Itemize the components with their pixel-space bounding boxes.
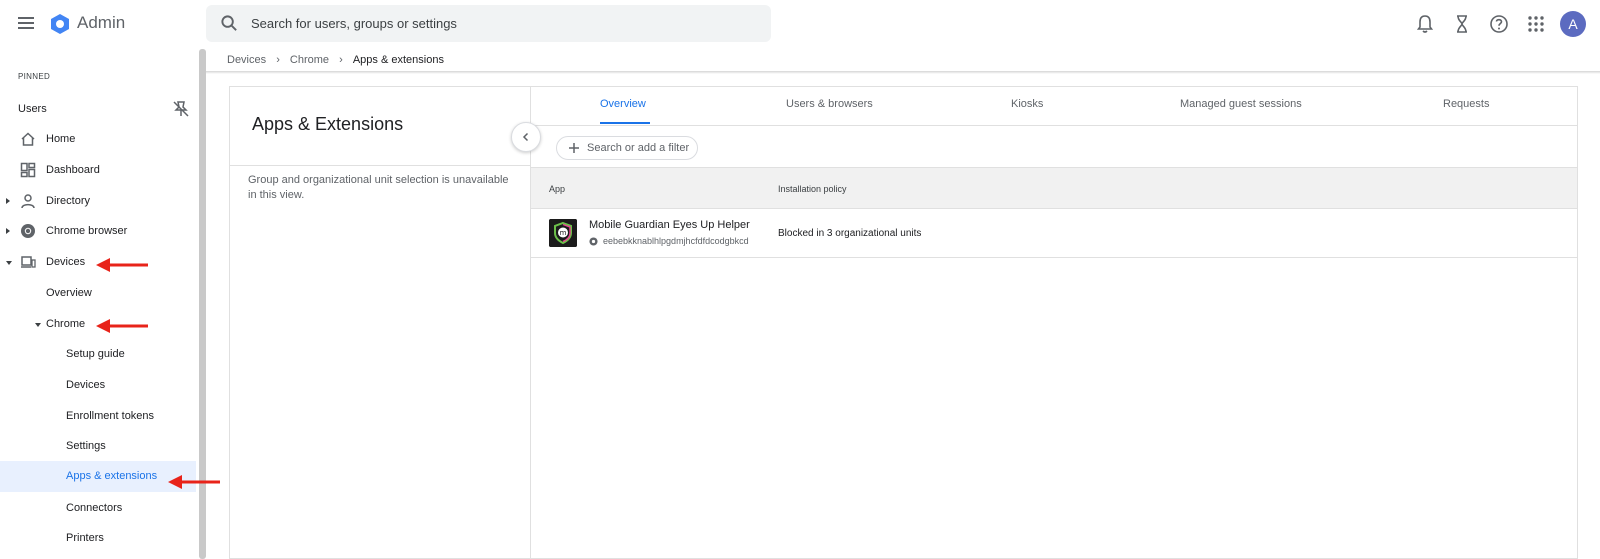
unpin-icon[interactable] <box>172 100 190 118</box>
column-header-app[interactable]: App <box>549 184 565 194</box>
search-bar[interactable]: Search for users, groups or settings <box>206 5 771 42</box>
active-tab-indicator <box>600 122 650 124</box>
sidebar-item-label: Chrome <box>46 318 86 330</box>
account-avatar[interactable]: A <box>1560 11 1586 37</box>
collapse-pane-button[interactable] <box>511 122 541 152</box>
tab-requests[interactable]: Requests <box>1443 98 1489 110</box>
chevron-right-icon: › <box>339 54 343 66</box>
sidebar-item-connectors[interactable]: Connectors <box>0 493 196 524</box>
expand-caret-icon[interactable] <box>6 198 10 204</box>
collapse-caret-icon[interactable] <box>35 323 41 327</box>
tab-kiosks[interactable]: Kiosks <box>1011 98 1043 110</box>
plus-icon <box>569 143 579 153</box>
search-icon <box>221 15 237 31</box>
sidebar-item-users[interactable]: Users <box>0 94 196 125</box>
org-unit-pane: Apps & Extensions Group and organization… <box>230 87 531 558</box>
app-title[interactable]: Admin <box>77 13 125 33</box>
search-input[interactable]: Search for users, groups or settings <box>251 16 457 31</box>
sidebar-item-home[interactable]: Home <box>0 124 196 155</box>
breadcrumb: Devices › Chrome › Apps & extensions <box>227 54 444 66</box>
app-id: eebebkknablhlpgdmjhcfdfdcodgbkcd <box>603 236 749 246</box>
admin-logo-icon[interactable] <box>49 13 71 35</box>
ou-unavailable-note: Group and organizational unit selection … <box>248 174 509 201</box>
menu-icon[interactable] <box>16 13 36 33</box>
chevron-right-icon: › <box>276 54 280 66</box>
sidebar-item-label: Devices <box>66 379 106 391</box>
collapse-caret-icon[interactable] <box>6 261 12 265</box>
chrome-icon <box>589 237 598 246</box>
tab-overview[interactable]: Overview <box>600 98 646 110</box>
sidebar-item-label: Setup guide <box>66 348 125 360</box>
tab-managed-guest-sessions[interactable]: Managed guest sessions <box>1180 98 1302 110</box>
divider <box>230 165 530 166</box>
breadcrumb-current: Apps & extensions <box>352 54 444 66</box>
sidebar-item-directory[interactable]: Directory <box>0 186 196 217</box>
sidebar-item-dashboard[interactable]: Dashboard <box>0 155 196 186</box>
sidebar-item-label: Connectors <box>66 502 123 514</box>
sidebar-item-label: Apps & extensions <box>66 470 158 482</box>
breadcrumb-devices[interactable]: Devices <box>227 54 266 66</box>
annotation-arrow-icon <box>96 258 148 272</box>
sidebar-item-label: Settings <box>66 440 106 452</box>
column-header-installation-policy[interactable]: Installation policy <box>778 184 847 194</box>
sidebar-item-label: Overview <box>46 287 92 299</box>
notifications-bell-icon[interactable] <box>1414 13 1436 35</box>
sidebar-item-chrome-browser[interactable]: Chrome browser <box>0 216 196 247</box>
sidebar-item-enrollment-tokens[interactable]: Enrollment tokens <box>0 401 196 432</box>
tab-bar: Overview Users & browsers Kiosks Managed… <box>531 87 1577 126</box>
sidebar-item-label: Devices <box>46 256 86 268</box>
page-title: Apps & Extensions <box>252 114 404 134</box>
devices-icon <box>21 256 36 268</box>
sidebar-item-chrome-devices[interactable]: Devices <box>0 370 196 401</box>
sidebar-item-setup-guide[interactable]: Setup guide <box>0 339 196 370</box>
sidebar-item-label: Dashboard <box>46 164 100 176</box>
annotation-arrow-icon <box>96 319 148 333</box>
sidebar-item-settings[interactable]: Settings <box>0 431 196 462</box>
top-app-bar: Admin Search for users, groups or settin… <box>0 0 1600 47</box>
sidebar-item-label: Home <box>46 133 76 145</box>
mobile-guardian-app-icon: m <box>549 219 577 247</box>
sidebar-nav: PINNED Users Home Dashboard Directory Ch… <box>0 47 196 559</box>
sidebar-item-label: Chrome browser <box>46 225 128 237</box>
table-header: App Installation policy <box>531 167 1577 209</box>
person-icon <box>21 194 35 209</box>
sidebar-item-overview[interactable]: Overview <box>0 278 196 309</box>
expand-caret-icon[interactable] <box>6 228 10 234</box>
table-row[interactable]: m Mobile Guardian Eyes Up Helper eebebkk… <box>531 209 1577 258</box>
svg-text:m: m <box>560 229 567 237</box>
apps-extensions-panel: Apps & Extensions Group and organization… <box>229 86 1578 559</box>
help-icon[interactable] <box>1488 13 1510 35</box>
pinned-section-label: PINNED <box>18 72 51 81</box>
sidebar-item-label: Directory <box>46 195 91 207</box>
installation-policy: Blocked in 3 organizational units <box>778 228 922 239</box>
sidebar-item-apps-extensions[interactable]: Apps & extensions <box>0 461 196 492</box>
chevron-left-icon <box>522 132 529 142</box>
annotation-arrow-icon <box>168 475 220 489</box>
filter-label: Search or add a filter <box>587 142 690 154</box>
sidebar-item-label: Enrollment tokens <box>66 410 155 422</box>
tab-users-browsers[interactable]: Users & browsers <box>786 98 873 110</box>
hourglass-tasks-icon[interactable] <box>1451 13 1473 35</box>
apps-grid-icon[interactable] <box>1525 13 1547 35</box>
breadcrumb-divider <box>206 71 1600 74</box>
sidebar-item-printers[interactable]: Printers <box>0 523 196 554</box>
sidebar-item-label: Printers <box>66 532 104 544</box>
app-name[interactable]: Mobile Guardian Eyes Up Helper <box>589 219 750 231</box>
add-filter-chip[interactable]: Search or add a filter <box>556 136 698 160</box>
chrome-icon <box>21 224 35 238</box>
home-icon <box>21 132 35 146</box>
breadcrumb-chrome[interactable]: Chrome <box>290 54 329 66</box>
dashboard-icon <box>20 162 36 178</box>
sidebar-item-label: Users <box>18 103 47 115</box>
